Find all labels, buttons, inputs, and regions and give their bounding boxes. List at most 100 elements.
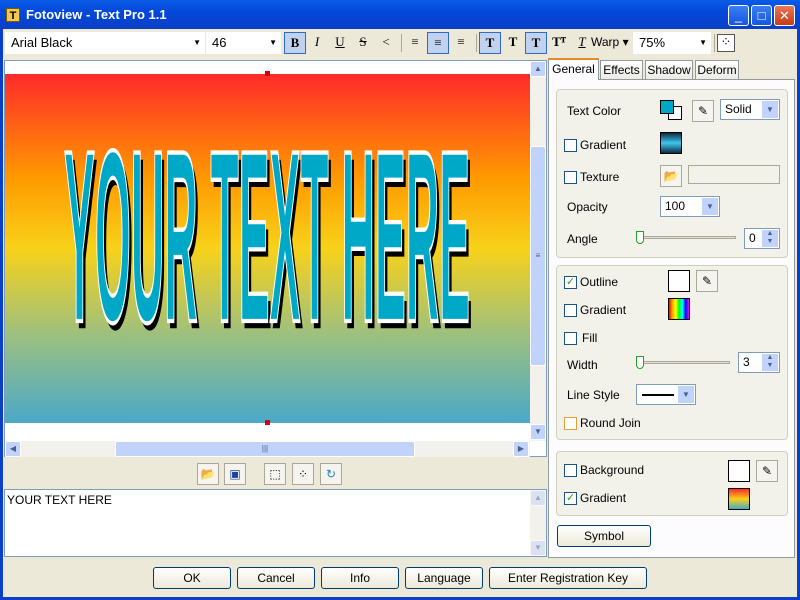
opacity-select[interactable]: 100 ▼ [660,196,720,217]
separator [714,34,715,52]
open-folder-icon[interactable]: 📂 [660,165,682,187]
scroll-down-icon[interactable]: ▼ [530,540,546,556]
kerning-icon[interactable]: < [375,32,397,54]
refresh-icon[interactable]: ↻ [320,463,342,485]
bg-gradient-swatch[interactable] [728,488,750,510]
strikethrough-button[interactable]: S [352,32,374,54]
scroll-right-icon[interactable]: ▶ [513,441,529,457]
text-style-shadow-button[interactable]: T [525,32,547,54]
save-disk-icon[interactable]: ▣ [224,463,246,485]
width-slider[interactable] [640,361,730,364]
text-t-icon: T [6,7,20,22]
texture-path-field[interactable] [688,165,780,184]
align-left-button[interactable]: ≡ [404,32,426,54]
angle-spinner[interactable]: 0 ▲ ▼ [744,228,780,249]
text-color-swatch[interactable] [660,100,674,114]
outline-gradient-swatch[interactable] [668,298,690,320]
angle-slider-thumb[interactable] [636,231,644,244]
scroll-thumb[interactable]: ≡ [530,146,546,366]
canvas-panel: YOUR TEXT HERE YOUR TEXT HERE ▲ ≡ ▼ ◀ ||… [4,60,547,457]
width-spinner[interactable]: 3 ▲ ▼ [738,352,780,373]
angle-label: Angle [567,232,598,246]
vertical-scrollbar[interactable]: ▲ ≡ ▼ [530,61,546,441]
fill-mode-select[interactable]: Solid ▼ [720,99,780,120]
round-join-label: Round Join [580,416,641,430]
scroll-up-icon[interactable]: ▲ [530,61,546,77]
scroll-up-icon[interactable]: ▲ [530,490,546,506]
gradient-swatch[interactable] [660,132,682,154]
background-color-swatch[interactable] [728,460,750,482]
background-group [556,451,788,516]
tab-effects[interactable]: Effects [600,60,643,79]
symbol-button[interactable]: Symbol [557,525,651,547]
separator [401,34,402,52]
tab-shadow[interactable]: Shadow [645,60,693,79]
resize-handle[interactable] [265,71,270,76]
text-style-normal-button[interactable]: T [479,32,501,54]
bg-gradient-checkbox[interactable]: ✓ [564,492,577,505]
spinner-arrows-icon[interactable]: ▲ ▼ [762,354,778,371]
bg-gradient-label: Gradient [580,491,627,505]
size-value: 46 [212,35,227,50]
align-center-button[interactable]: ≡ [427,32,449,54]
align-right-button[interactable]: ≡ [450,32,472,54]
minimize-button[interactable]: _ [728,5,749,26]
random-dice-icon[interactable]: ⁘ [717,34,735,52]
angle-slider[interactable] [640,236,736,239]
spinner-arrows-icon[interactable]: ▲ ▼ [762,230,778,247]
warp-icon[interactable]: T [571,32,593,54]
resize-handle[interactable] [265,420,270,425]
tab-deform[interactable]: Deform [695,60,739,79]
fit-frame-icon[interactable]: ⬚ [264,463,286,485]
round-join-checkbox[interactable] [564,417,577,430]
horizontal-scrollbar[interactable]: ◀ ||| ▶ [5,441,530,457]
outline-color-swatch[interactable] [668,270,690,292]
preview-canvas[interactable]: YOUR TEXT HERE YOUR TEXT HERE [5,61,530,441]
text-editor-value[interactable]: YOUR TEXT HERE [5,490,546,510]
gradient-checkbox[interactable] [564,139,577,152]
random-dice-icon[interactable]: ⁘ [292,463,314,485]
scroll-thumb[interactable]: ||| [115,441,415,457]
underline-button[interactable]: U [329,32,351,54]
texture-checkbox[interactable] [564,171,577,184]
eyedropper-icon[interactable]: ✎ [696,270,718,292]
text-editor[interactable]: YOUR TEXT HERE ▲ ▼ [4,489,547,557]
scroll-down-icon[interactable]: ▼ [530,424,546,440]
editor-scrollbar[interactable]: ▲ ▼ [530,490,546,556]
close-button[interactable]: ✕ [774,5,795,26]
fill-mode-value: Solid [725,102,752,116]
outline-gradient-checkbox[interactable] [564,304,577,317]
bold-button[interactable]: B [284,32,306,54]
outline-checkbox[interactable]: ✓ [564,276,577,289]
scroll-left-icon[interactable]: ◀ [5,441,21,457]
eyedropper-icon[interactable]: ✎ [756,460,778,482]
text-style-outline-button[interactable]: T [502,32,524,54]
background-checkbox[interactable] [564,464,577,477]
chevron-down-icon: ▼ [762,101,778,118]
font-select[interactable]: Arial Black ▼ [5,32,205,54]
cancel-button[interactable]: Cancel [237,567,315,589]
language-button[interactable]: Language [405,567,483,589]
line-style-label: Line Style [567,388,620,402]
width-slider-thumb[interactable] [636,356,644,369]
eyedropper-icon[interactable]: ✎ [692,100,714,122]
size-select[interactable]: 46 ▼ [206,32,281,54]
canvas-text[interactable]: YOUR TEXT HERE [63,100,471,374]
maximize-button[interactable]: □ [751,5,772,26]
superscript-button[interactable]: Tᵀ [548,32,570,54]
warp-button[interactable]: Warp ▾ [591,35,629,49]
outline-gradient-label: Gradient [580,303,627,317]
tab-general[interactable]: General [548,58,599,80]
chevron-down-icon: ▼ [702,198,718,215]
open-folder-icon[interactable]: 📂 [197,463,219,485]
ok-button[interactable]: OK [153,567,231,589]
info-button[interactable]: Info [321,567,399,589]
zoom-select[interactable]: 75% ▼ [633,32,711,54]
title-bar: T Fotoview - Text Pro 1.1 [0,0,800,29]
line-style-select[interactable]: ▼ [636,384,696,405]
warp-label: Warp [591,35,620,49]
italic-button[interactable]: I [306,32,328,54]
chevron-down-icon: ▼ [699,38,707,47]
register-button[interactable]: Enter Registration Key [489,567,647,589]
fill-checkbox[interactable] [564,332,577,345]
